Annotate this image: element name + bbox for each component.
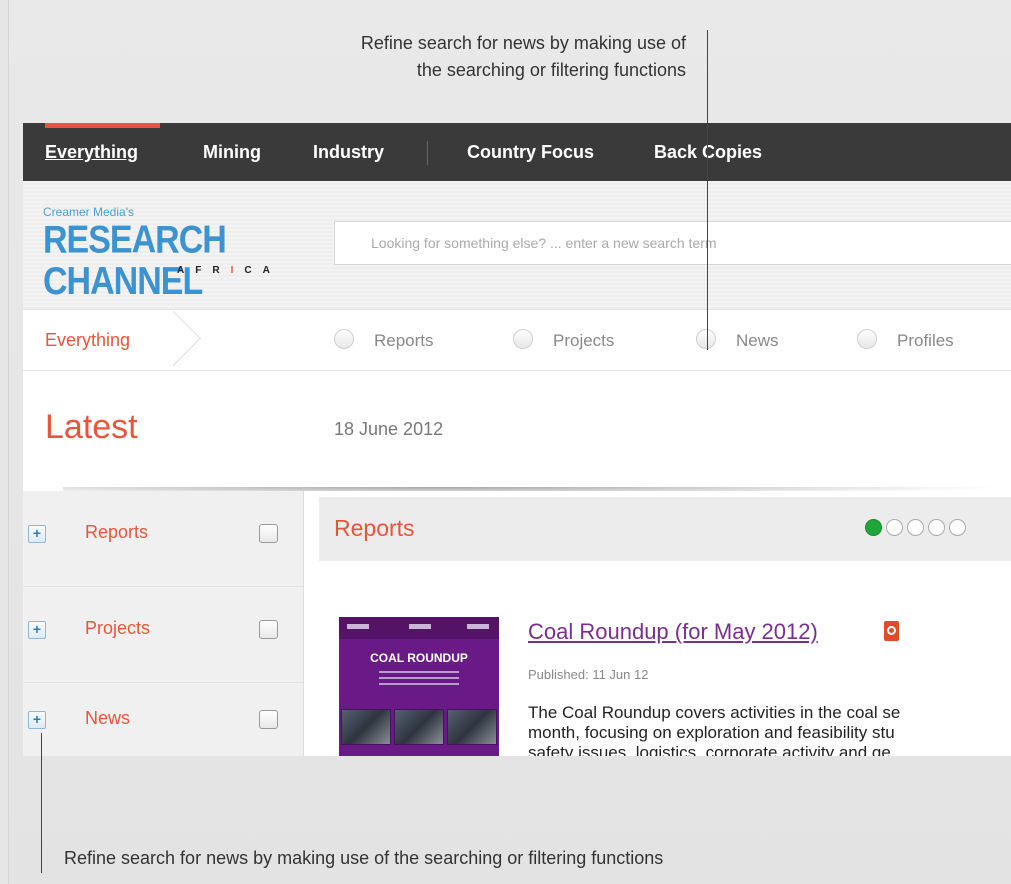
nav-country-focus[interactable]: Country Focus: [467, 142, 594, 163]
sidebar-item-reports[interactable]: + Reports: [23, 491, 303, 587]
filter-profiles-label: Profiles: [897, 331, 954, 350]
site-header: Creamer Media's RESEARCH CHANNEL AFRICA …: [23, 181, 1011, 309]
latest-date: 18 June 2012: [334, 419, 444, 439]
report-thumbnail[interactable]: COAL ROUNDUP: [339, 617, 499, 756]
nav-industry[interactable]: Industry: [313, 142, 384, 163]
thumbnail-header-strip: [339, 617, 499, 639]
pager-dot-5[interactable]: [949, 519, 966, 537]
active-tab-indicator: [45, 123, 160, 128]
radio-icon[interactable]: [857, 329, 877, 349]
sidebar-item-label: Reports: [85, 522, 149, 542]
sidebar-checkbox[interactable]: [259, 524, 278, 543]
filter-reports[interactable]: Reports: [334, 329, 434, 351]
filter-news[interactable]: News: [696, 329, 779, 351]
filter-bar: Everything Reports Projects News Profile…: [23, 309, 1011, 371]
annotation-pointer-bottom: [41, 733, 42, 873]
annotation-top-line1: Refine search for news by making use of: [360, 33, 686, 53]
article-summary: The Coal Roundup covers activities in th…: [528, 703, 1011, 756]
sidebar-checkbox[interactable]: [259, 710, 278, 729]
thumbnail-photo: [394, 709, 444, 745]
nav-back-copies[interactable]: Back Copies: [654, 142, 762, 163]
annotation-top-line2: the searching or filtering functions: [416, 60, 686, 80]
pager-dot-4[interactable]: [928, 519, 945, 537]
filter-profiles[interactable]: Profiles: [857, 329, 954, 351]
filter-projects[interactable]: Projects: [513, 329, 614, 351]
annotation-pointer-top: [707, 30, 708, 350]
sidebar-item-projects[interactable]: + Projects: [23, 587, 303, 683]
expand-plus-icon[interactable]: +: [28, 711, 46, 729]
annotation-bottom: Refine search for news by making use of …: [64, 848, 664, 868]
content-title: Reports: [334, 515, 415, 541]
app-window: Everything Mining Industry Country Focus…: [23, 123, 1011, 756]
pager-dot-1[interactable]: [865, 519, 882, 537]
thumbnail-photo: [447, 709, 497, 745]
pager-dot-2[interactable]: [886, 519, 903, 537]
expand-plus-icon[interactable]: +: [28, 621, 46, 639]
article-title-link[interactable]: Coal Roundup (for May 2012): [528, 619, 818, 645]
radio-icon[interactable]: [696, 329, 716, 349]
pagination-dots: [865, 519, 970, 537]
content-panel: Reports COAL ROUNDUP Coal Roundup (for M…: [304, 491, 1011, 756]
radio-icon[interactable]: [513, 329, 533, 349]
breadcrumb-chevron-icon: [173, 308, 217, 370]
nav-everything[interactable]: Everything: [45, 142, 138, 163]
summary-line: The Coal Roundup covers activities in th…: [528, 703, 901, 722]
summary-line: safety issues, logistics, corporate acti…: [528, 743, 891, 756]
sidebar-checkbox[interactable]: [259, 620, 278, 639]
sidebar: + Reports + Projects + News: [23, 491, 304, 756]
article-published: Published: 11 Jun 12: [528, 667, 649, 682]
latest-bar: Latest 18 June 2012: [23, 371, 1011, 491]
top-navigation: Everything Mining Industry Country Focus…: [23, 123, 1011, 181]
sidebar-item-label: Projects: [85, 618, 151, 638]
thumbnail-title: COAL ROUNDUP: [370, 651, 468, 665]
content-header: Reports: [319, 497, 1011, 561]
pdf-icon[interactable]: [884, 621, 899, 641]
filter-projects-label: Projects: [553, 331, 615, 350]
logo-subtitle: AFRICA: [177, 265, 281, 276]
sidebar-item-news[interactable]: + News: [23, 683, 303, 756]
nav-divider: [427, 141, 428, 165]
annotation-top: Refine search for news by making use of …: [200, 30, 686, 84]
expand-plus-icon[interactable]: +: [28, 525, 46, 543]
site-logo[interactable]: Creamer Media's RESEARCH CHANNEL AFRICA: [43, 205, 303, 302]
filter-news-label: News: [736, 331, 779, 350]
nav-mining[interactable]: Mining: [203, 142, 261, 163]
logo-title: RESEARCH CHANNEL: [43, 217, 227, 303]
radio-icon[interactable]: [334, 329, 354, 349]
sidebar-item-label: News: [85, 708, 131, 728]
thumbnail-photo: [341, 709, 391, 745]
latest-title: Latest: [45, 408, 138, 446]
summary-line: month, focusing on exploration and feasi…: [528, 723, 895, 742]
breadcrumb-everything[interactable]: Everything: [45, 330, 130, 351]
search-input[interactable]: Looking for something else? ... enter a …: [334, 221, 1011, 265]
pager-dot-3[interactable]: [907, 519, 924, 537]
filter-reports-label: Reports: [374, 331, 434, 350]
